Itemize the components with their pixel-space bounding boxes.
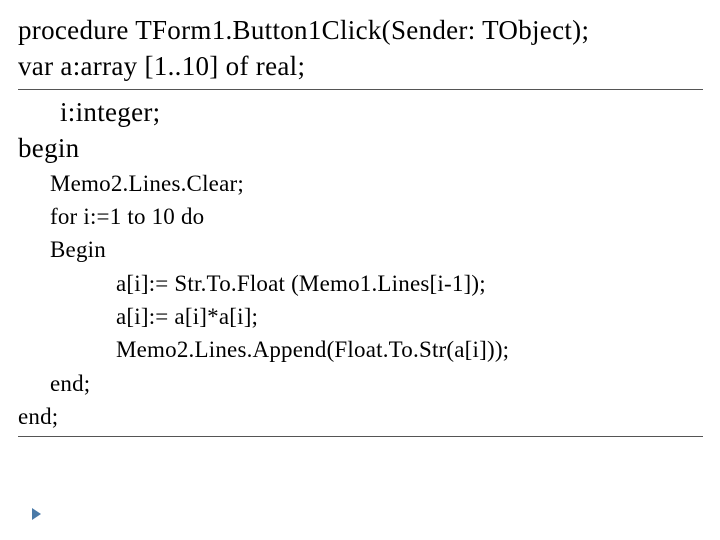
code-line-3: i:integer; — [18, 94, 702, 130]
code-line-9: a[i]:= a[i]*a[i]; — [18, 300, 702, 333]
code-line-5: Memo2.Lines.Clear; — [18, 167, 702, 200]
code-line-1: procedure TForm1.Button1Click(Sender: TO… — [18, 12, 702, 48]
code-line-12: end; — [18, 400, 702, 433]
divider-top — [18, 89, 703, 90]
play-marker-icon — [32, 508, 41, 520]
code-line-10: Memo2.Lines.Append(Float.To.Str(a[i])); — [18, 333, 702, 366]
code-line-7: Begin — [18, 233, 702, 266]
code-line-11: end; — [18, 367, 702, 400]
code-line-4: begin — [18, 130, 702, 166]
code-line-2: var a:array [1..10] of real; — [18, 48, 702, 84]
code-line-8: a[i]:= Str.To.Float (Memo1.Lines[i-1]); — [18, 267, 702, 300]
divider-bottom — [18, 436, 703, 437]
code-line-6: for i:=1 to 10 do — [18, 200, 702, 233]
